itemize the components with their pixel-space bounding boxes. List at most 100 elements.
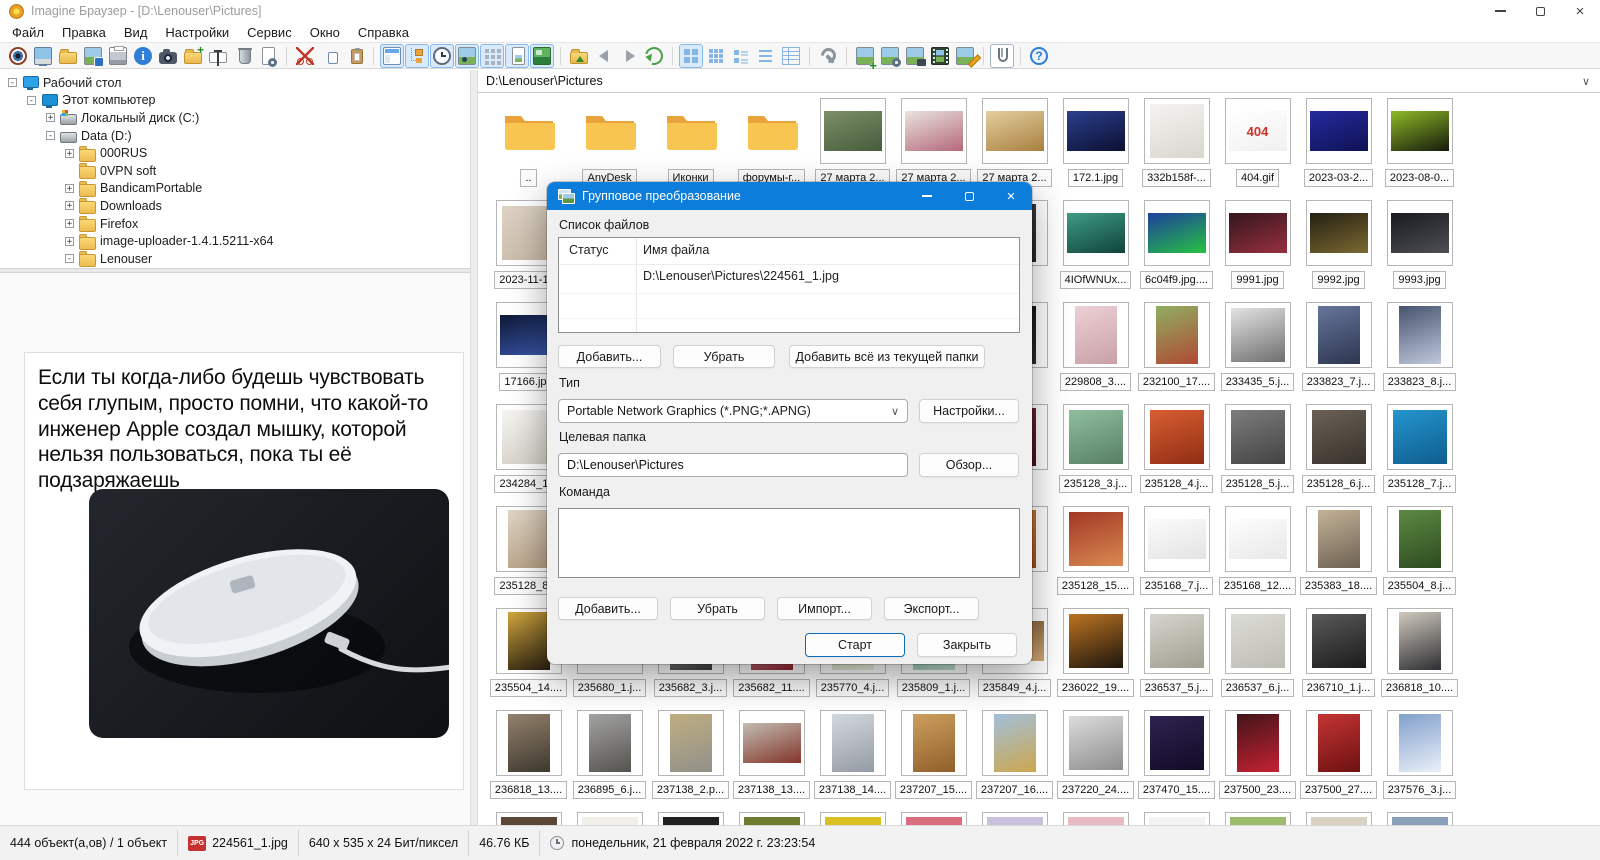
view-button[interactable]	[6, 44, 30, 68]
menu-item[interactable]: Настройки	[156, 25, 238, 40]
grid-image-item[interactable]: 235128_3.j...	[1055, 404, 1136, 506]
view-thumbs-button[interactable]	[679, 43, 703, 68]
images-settings-button[interactable]	[878, 44, 902, 68]
add-all-from-folder-button[interactable]: Добавить всё из текущей папки	[789, 345, 985, 368]
paste-button[interactable]	[343, 44, 367, 68]
address-bar[interactable]: D:\Lenouser\Pictures ∨	[478, 70, 1600, 93]
grid-image-item[interactable]: 235128_4.j...	[1136, 404, 1217, 506]
collapse-toggle[interactable]: -	[46, 131, 55, 141]
grid-image-item[interactable]: 235128_7.j...	[1379, 404, 1460, 506]
tree-item[interactable]: - Этот компьютер	[0, 92, 470, 110]
grid-image-item[interactable]: 2023-08-0...	[1379, 98, 1460, 200]
grid-image-item[interactable]: 237220_24....	[1055, 710, 1136, 812]
grid-image-item[interactable]: 9993.jpg	[1379, 200, 1460, 302]
grid-image-item[interactable]	[812, 812, 893, 825]
tree-item[interactable]: + Firefox	[0, 215, 470, 233]
dialog-minimize-button[interactable]	[906, 182, 948, 210]
output-format-select[interactable]: Portable Network Graphics (*.PNG;*.APNG)…	[558, 399, 908, 423]
expand-toggle[interactable]: +	[65, 201, 74, 211]
grid-image-item[interactable]: 237138_14....	[812, 710, 893, 812]
grid-image-item[interactable]: 9992.jpg	[1298, 200, 1379, 302]
grid-image-item[interactable]: 233823_7.j...	[1298, 302, 1379, 404]
cut-button[interactable]	[293, 44, 317, 68]
grid-image-item[interactable]: 236537_6.j...	[1217, 608, 1298, 710]
grid-image-item[interactable]: 229808_3....	[1055, 302, 1136, 404]
camera-button[interactable]	[156, 44, 180, 68]
export-button[interactable]: Экспорт...	[884, 597, 979, 620]
grid-image-item[interactable]: 233435_5.j...	[1217, 302, 1298, 404]
grid-image-item[interactable]: 232100_17....	[1136, 302, 1217, 404]
tree-item[interactable]: + Downloads	[0, 197, 470, 215]
preview-image[interactable]: Если ты когда-либо будешь чувствовать се…	[24, 352, 464, 790]
folder-tree-button[interactable]	[405, 43, 429, 68]
dialog-close-button[interactable]: ×	[990, 182, 1032, 210]
command-add-button[interactable]: Добавить...	[558, 597, 658, 620]
tree-item[interactable]: + Локальный диск (C:)	[0, 109, 470, 127]
tree-item[interactable]: - Data (D:)	[0, 127, 470, 145]
grid-image-item[interactable]: 332b158f-...	[1136, 98, 1217, 200]
collapse-toggle[interactable]: -	[8, 78, 17, 88]
vertical-splitter[interactable]	[470, 70, 478, 825]
command-textarea[interactable]	[558, 508, 1020, 578]
menu-item[interactable]: Окно	[301, 25, 349, 40]
folder-new-button[interactable]	[181, 44, 205, 68]
grid-image-item[interactable]: 236537_5.j...	[1136, 608, 1217, 710]
attach-button[interactable]	[990, 43, 1014, 68]
menu-item[interactable]: Справка	[349, 25, 418, 40]
command-remove-button[interactable]: Убрать	[670, 597, 765, 620]
dialog-close-action-button[interactable]: Закрыть	[917, 633, 1017, 657]
grid-image-item[interactable]: 236895_6.j...	[569, 710, 650, 812]
grid-image-item[interactable]: 172.1.jpg	[1055, 98, 1136, 200]
back-button[interactable]	[592, 44, 616, 68]
view-list-button[interactable]	[754, 44, 778, 68]
tree-item[interactable]: + image-uploader-1.4.1.5211-x64	[0, 232, 470, 250]
clock-button[interactable]	[430, 43, 454, 68]
grid-image-item[interactable]: 404 404.gif	[1217, 98, 1298, 200]
grid-image-item[interactable]: 236818_13....	[488, 710, 569, 812]
grid-image-item[interactable]: 6c04f9.jpg....	[1136, 200, 1217, 302]
expand-toggle[interactable]: +	[65, 219, 74, 229]
wrench-button[interactable]	[816, 44, 840, 68]
copy-button[interactable]	[318, 44, 342, 68]
tree-item[interactable]: - Рабочий стол	[0, 74, 470, 92]
refresh-button[interactable]	[641, 43, 667, 68]
grid-image-item[interactable]: 235128_15....	[1055, 506, 1136, 608]
grid-image-item[interactable]: 237500_23....	[1217, 710, 1298, 812]
grid-image-item[interactable]: 235383_18....	[1298, 506, 1379, 608]
grid-image-item[interactable]	[488, 812, 569, 825]
grid-image-item[interactable]	[1379, 812, 1460, 825]
grid-image-item[interactable]: 237470_15....	[1136, 710, 1217, 812]
image-add-button[interactable]	[853, 44, 877, 72]
file-list[interactable]: Статус Имя файла D:\Lenouser\Pictures\22…	[558, 237, 1020, 333]
grid-image-item[interactable]: 9991.jpg	[1217, 200, 1298, 302]
grid-image-item[interactable]	[974, 812, 1055, 825]
expand-toggle[interactable]: +	[46, 113, 55, 123]
rename-button[interactable]	[206, 44, 230, 68]
grid-image-item[interactable]: 236818_10....	[1379, 608, 1460, 710]
expand-toggle[interactable]: +	[65, 236, 74, 246]
delete-button[interactable]	[231, 44, 255, 68]
grid-image-item[interactable]	[650, 812, 731, 825]
forward-button[interactable]	[617, 44, 641, 68]
panel-window-button[interactable]	[380, 43, 404, 68]
minimize-button[interactable]	[1480, 0, 1520, 22]
grid-image-item[interactable]: 236022_19....	[1055, 608, 1136, 710]
grid-image-item[interactable]: 235168_7.j...	[1136, 506, 1217, 608]
dialog-maximize-button[interactable]	[948, 182, 990, 210]
menu-item[interactable]: Сервис	[238, 25, 301, 40]
dialog-title-bar[interactable]: Групповое преобразование ×	[547, 182, 1032, 210]
grid-image-item[interactable]	[1136, 812, 1217, 825]
remove-files-button[interactable]: Убрать	[673, 345, 775, 368]
info-button[interactable]	[131, 44, 155, 68]
tree-item[interactable]: 0VPN soft	[0, 162, 470, 180]
grid-image-item[interactable]: 235128_6.j...	[1298, 404, 1379, 506]
grid-image-item[interactable]: 237207_16....	[974, 710, 1055, 812]
target-folder-input[interactable]	[558, 453, 908, 477]
grid-image-item[interactable]	[1055, 812, 1136, 825]
menu-item[interactable]: Файл	[3, 25, 53, 40]
page-image-button[interactable]	[505, 43, 529, 68]
grid-image-item[interactable]: 237576_3.j...	[1379, 710, 1460, 812]
grid-image-item[interactable]	[569, 812, 650, 825]
print-button[interactable]	[106, 44, 130, 68]
folder-open-button[interactable]	[56, 44, 80, 68]
